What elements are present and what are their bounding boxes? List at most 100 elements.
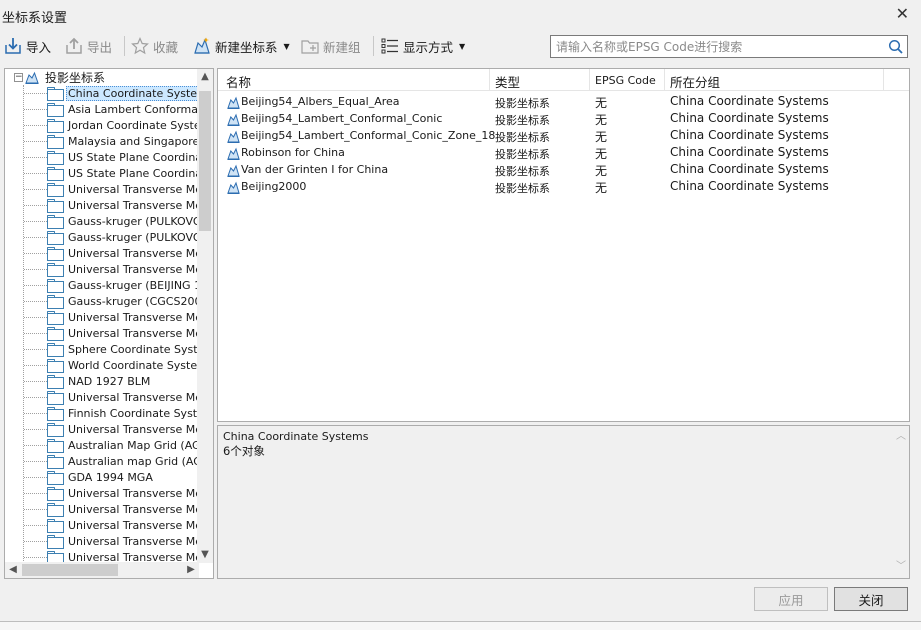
- apply-button[interactable]: 应用: [754, 587, 828, 611]
- tree-item[interactable]: Jordan Coordinate System: [47, 117, 199, 133]
- scroll-right-icon[interactable]: ▶: [183, 562, 199, 578]
- folder-icon: [47, 343, 64, 357]
- row-type: 投影坐标系: [495, 182, 550, 195]
- tree-item[interactable]: Australian Map Grid (AGD: [47, 437, 199, 453]
- tree-guide-line: [24, 557, 47, 558]
- search-input[interactable]: [551, 36, 871, 57]
- tree-item[interactable]: Gauss-kruger (BEIJING 195: [47, 277, 199, 293]
- column-divider[interactable]: [589, 69, 590, 91]
- tree-guide-line: [24, 381, 47, 382]
- folder-icon: [47, 471, 64, 485]
- scroll-left-icon[interactable]: ◀: [5, 562, 21, 578]
- tree-item[interactable]: NAD 1927 BLM: [47, 373, 152, 389]
- tree-item[interactable]: Asia Lambert Conformal C: [47, 101, 199, 117]
- chevron-down-icon: ▼: [459, 41, 466, 51]
- import-button[interactable]: 导入: [4, 35, 51, 57]
- new-group-button[interactable]: 新建组: [301, 35, 361, 57]
- scroll-down-icon[interactable]: ▼: [197, 547, 213, 563]
- tree-item[interactable]: China Coordinate Systems: [47, 85, 199, 101]
- folder-icon: [47, 119, 64, 133]
- tree-guide-line: [24, 269, 47, 270]
- detail-vertical-scrollbar[interactable]: ︿ ﹀: [893, 426, 909, 578]
- folder-icon: [47, 503, 64, 517]
- tree-guide-line: [24, 429, 47, 430]
- view-mode-button[interactable]: 显示方式 ▼: [381, 35, 465, 57]
- tree-item-label: Malaysia and Singapores: [68, 134, 199, 148]
- list-row[interactable]: Beijing54_Lambert_Conformal_Conic 投影坐标系 无 C…: [218, 111, 909, 128]
- tree-item[interactable]: Universal Transverse Merc: [47, 325, 199, 341]
- column-header-name[interactable]: 名称: [226, 72, 251, 91]
- tree-horizontal-scroll-thumb[interactable]: [22, 564, 118, 576]
- list-row[interactable]: Beijing54_Albers_Equal_Area 投影坐标系 无 China C…: [218, 94, 909, 111]
- tree-item-label: World Coordinate System: [68, 358, 199, 372]
- column-header-epsg[interactable]: EPSG Code: [595, 74, 656, 87]
- tree-root-label: 投影坐标系: [45, 70, 106, 85]
- tree-item[interactable]: Universal Transverse Merc: [47, 181, 199, 197]
- column-header-type[interactable]: 类型: [495, 72, 520, 91]
- projected-crs-icon: [25, 71, 39, 84]
- export-button[interactable]: 导出: [65, 35, 112, 57]
- tree-item[interactable]: Finnish Coordinate System: [47, 405, 199, 421]
- list-row[interactable]: Robinson for China 投影坐标系 无 China Coordinate…: [218, 145, 909, 162]
- column-divider[interactable]: [664, 69, 665, 91]
- tree-item[interactable]: Universal Transverse Merc: [47, 197, 199, 213]
- tree-item[interactable]: Australian map Grid (AGD: [47, 453, 199, 469]
- tree-item[interactable]: World Coordinate System: [47, 357, 199, 373]
- close-button[interactable]: 关闭: [834, 587, 908, 611]
- tree-guide-line: [24, 317, 47, 318]
- tree-vertical-scrollbar[interactable]: ▲ ▼: [197, 69, 213, 563]
- projected-crs-icon: [227, 96, 240, 109]
- tree-item[interactable]: Gauss-kruger (CGCS2000): [47, 293, 199, 309]
- tree-item[interactable]: Sphere Coordinate System: [47, 341, 199, 357]
- tree-item-label: US State Plane Coordinate: [68, 150, 199, 164]
- new-crs-button[interactable]: 新建坐标系 ▼: [193, 35, 290, 57]
- tree-item[interactable]: Universal Transverse Merc: [47, 261, 199, 277]
- tree-root-node[interactable]: 投影坐标系: [25, 69, 105, 85]
- folder-icon: [47, 391, 64, 405]
- tree-item[interactable]: Universal Transverse Merc: [47, 501, 199, 517]
- tree-item[interactable]: Gauss-kruger (PULKOVO 1: [47, 229, 199, 245]
- tree-item[interactable]: Universal Transverse Merc: [47, 421, 199, 437]
- row-type: 投影坐标系: [495, 165, 550, 178]
- column-header-group[interactable]: 所在分组: [670, 72, 720, 91]
- column-divider[interactable]: [489, 69, 490, 91]
- tree-item[interactable]: Universal Transverse Merc: [47, 517, 199, 533]
- tree-item[interactable]: Universal Transverse Merc: [47, 549, 199, 563]
- tree-item[interactable]: Universal Transverse Merc: [47, 389, 199, 405]
- coordinate-system-tree: − 投影坐标系 China Coordinate Systems Asia Lam…: [4, 68, 214, 579]
- list-row[interactable]: Van der Grinten I for China 投影坐标系 无 China C…: [218, 162, 909, 179]
- tree-item[interactable]: Gauss-kruger (PULKOVO 1: [47, 213, 199, 229]
- tree-item-label: Universal Transverse Merc: [68, 502, 199, 516]
- favorite-button[interactable]: 收藏: [131, 35, 178, 57]
- row-name: Robinson for China: [241, 146, 345, 159]
- scroll-down-icon[interactable]: ﹀: [893, 559, 909, 575]
- tree-item[interactable]: Universal Transverse Merc: [47, 245, 199, 261]
- tree-item[interactable]: Malaysia and Singapores: [47, 133, 199, 149]
- folder-icon: [47, 423, 64, 437]
- column-divider[interactable]: [883, 69, 884, 91]
- tree-item[interactable]: Universal Transverse Merc: [47, 309, 199, 325]
- folder-icon: [47, 167, 64, 181]
- scroll-up-icon[interactable]: ▲: [197, 69, 213, 85]
- tree-guide-line: [24, 525, 47, 526]
- tree-item[interactable]: US State Plane Coordinate: [47, 149, 199, 165]
- collapse-icon[interactable]: −: [14, 73, 23, 82]
- tree-item[interactable]: Universal Transverse Merc: [47, 533, 199, 549]
- scroll-up-icon[interactable]: ︿: [893, 429, 909, 445]
- tree-item[interactable]: GDA 1994 MGA: [47, 469, 155, 485]
- list-row[interactable]: Beijing2000 投影坐标系 无 China Coordinate System…: [218, 179, 909, 196]
- close-icon[interactable]: ✕: [896, 4, 909, 23]
- folder-icon: [47, 263, 64, 277]
- tree-guide-line: [24, 493, 47, 494]
- tree-guide-line: [24, 365, 47, 366]
- list-row[interactable]: Beijing54_Lambert_Conformal_Conic_Zone_1…: [218, 128, 909, 145]
- tree-item[interactable]: Universal Transverse Merc: [47, 485, 199, 501]
- tree-horizontal-scrollbar[interactable]: ◀ ▶: [5, 562, 199, 578]
- tree-item-label: NAD 1927 BLM: [68, 374, 151, 388]
- search-icon[interactable]: [888, 39, 903, 54]
- tree-item[interactable]: US State Plane Coordinate: [47, 165, 199, 181]
- list-view-icon: [381, 38, 398, 54]
- folder-icon: [47, 487, 64, 501]
- tree-vertical-scroll-thumb[interactable]: [199, 91, 211, 231]
- row-name: Beijing2000: [241, 180, 307, 193]
